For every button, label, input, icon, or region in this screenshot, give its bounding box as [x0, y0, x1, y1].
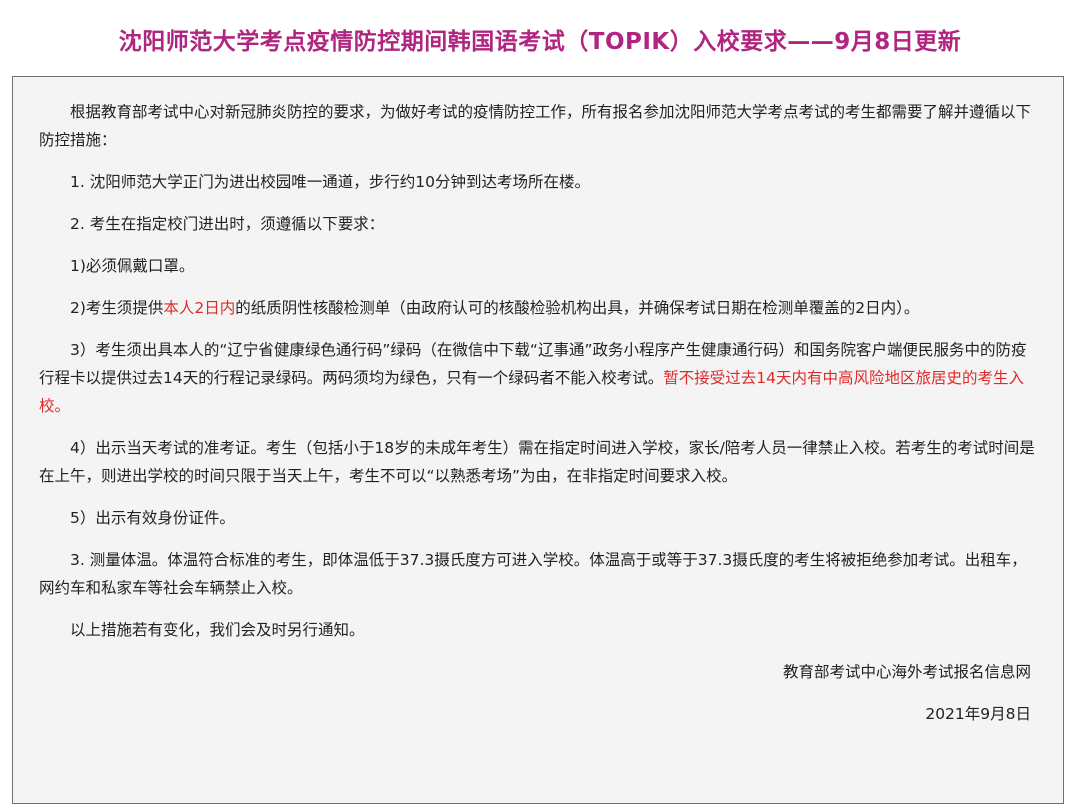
sub-item-2-highlight: 本人2日内 — [163, 299, 236, 317]
sub-item-3-paragraph: 3）考生须出具本人的“辽宁省健康绿色通行码”绿码（在微信中下载“辽事通”政务小程… — [39, 336, 1037, 420]
sub-item-5-paragraph: 5）出示有效身份证件。 — [70, 509, 235, 527]
notice-box: 根据教育部考试中心对新冠肺炎防控的要求，为做好考试的疫情防控工作，所有报名参加沈… — [12, 76, 1064, 804]
date: 2021年9月8日 — [925, 705, 1031, 723]
intro-paragraph: 根据教育部考试中心对新冠肺炎防控的要求，为做好考试的疫情防控工作，所有报名参加沈… — [39, 103, 1032, 149]
signature: 教育部考试中心海外考试报名信息网 — [782, 663, 1031, 681]
item-2-paragraph: 2. 考生在指定校门进出时，须遵循以下要求： — [70, 215, 385, 233]
sub-item-4-paragraph: 4）出示当天考试的准考证。考生（包括小于18岁的未成年考生）需在指定时间进入学校… — [39, 439, 1035, 485]
sub-item-1-paragraph: 1)必须佩戴口罩。 — [70, 257, 195, 275]
page-title: 沈阳师范大学考点疫情防控期间韩国语考试（TOPIK）入校要求——9月8日更新 — [118, 29, 962, 55]
sub-item-2-text-before: 2)考生须提供 — [70, 299, 164, 317]
item-3-paragraph: 3. 测量体温。体温符合标准的考生，即体温低于37.3摄氏度方可进入学校。体温高… — [39, 551, 1027, 597]
sub-item-2-text-after: 的纸质阴性核酸检测单（由政府认可的核酸检验机构出具，并确保考试日期在检测单覆盖的… — [235, 299, 920, 317]
closing-paragraph: 以上措施若有变化，我们会及时另行通知。 — [70, 621, 365, 639]
item-1-paragraph: 1. 沈阳师范大学正门为进出校园唯一通道，步行约10分钟到达考场所在楼。 — [70, 173, 590, 191]
sub-item-2-paragraph: 2)考生须提供本人2日内的纸质阴性核酸检测单（由政府认可的核酸检验机构出具，并确… — [39, 294, 1037, 322]
